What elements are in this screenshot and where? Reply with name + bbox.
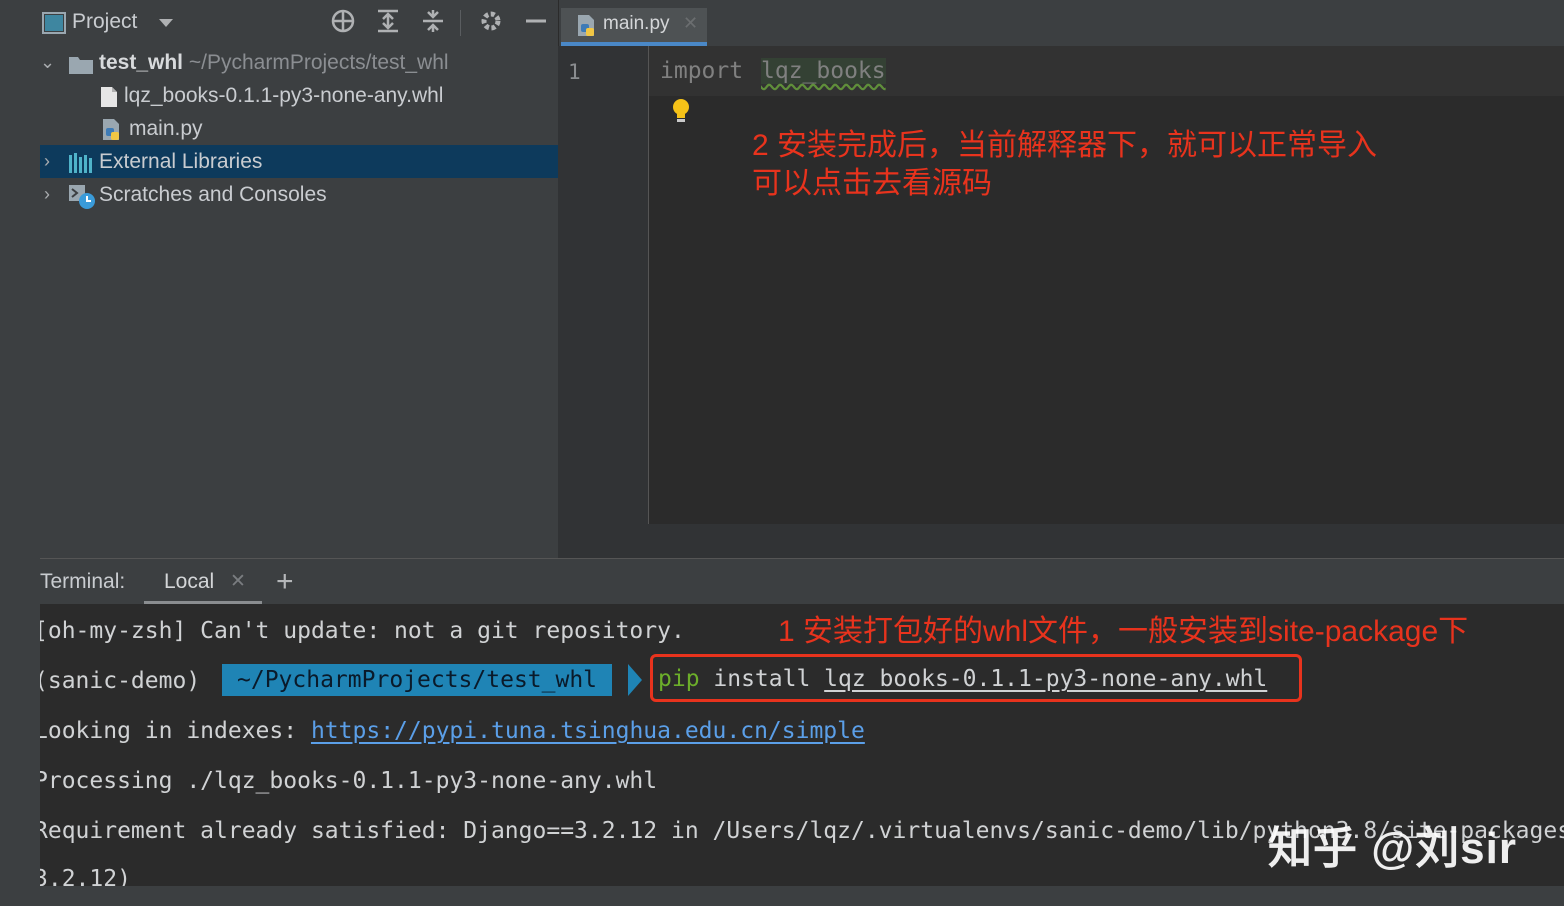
tree-item-label: Scratches and Consoles [99,183,327,206]
terminal-text: Looking in indexes: [40,718,311,744]
tree-item-path: ~/PycharmProjects/test_whl [188,51,449,74]
code-keyword: import [660,58,744,84]
status-strip [40,886,1564,906]
close-icon[interactable]: ✕ [230,570,246,593]
line-number: 1 [568,60,581,84]
terminal-annotation: 1 安装打包好的whl文件，一般安装到site-package下 [778,615,1469,648]
tab-main-py[interactable]: main.py ✕ [561,8,707,46]
chevron-down-icon[interactable]: ⌄ [40,46,55,79]
chevron-down-icon[interactable] [158,16,174,34]
command-file[interactable]: lqz_books-0.1.1-py3-none-any.whl [824,666,1267,692]
terminal-line: Looking in indexes: https://pypi.tuna.ts… [40,718,865,744]
terminal-tab-label: Local [164,570,215,593]
left-tool-strip [0,0,40,906]
add-terminal-icon[interactable]: + [276,565,294,599]
close-icon[interactable]: ✕ [683,13,698,34]
watermark: 知乎 @刘sir [1268,824,1517,873]
terminal-title: Terminal: [40,570,126,593]
tree-item-label: main.py [129,117,203,140]
collapse-all-icon[interactable] [418,8,448,38]
project-panel: Project ⌄ test_whl ~/PycharmProjects/tes… [40,0,558,558]
chevron-right-icon[interactable]: › [40,178,54,211]
hide-panel-icon[interactable] [521,8,551,38]
lightbulb-icon[interactable] [671,98,691,129]
terminal-header: Terminal: Local ✕ + [40,558,1564,605]
editor-gutter: 1 [558,46,649,524]
tree-item-main-py[interactable]: main.py [40,112,558,145]
command-install: install [699,666,825,692]
prompt-arrow [628,664,642,696]
editor-bottom-area [558,524,1564,558]
terminal-env-label: (sanic-demo) [40,668,201,694]
tree-item-label: lqz_books-0.1.1-py3-none-any.whl [124,84,444,107]
tree-item-scratches[interactable]: › Scratches and Consoles [40,178,558,211]
tree-item-label: test_whl [99,51,184,74]
tree-item-label: External Libraries [99,150,263,173]
scratches-icon [68,184,96,220]
terminal-tab-local[interactable]: Local ✕ [144,559,262,605]
command-pip: pip [658,666,700,692]
tree-item-test-whl[interactable]: ⌄ test_whl ~/PycharmProjects/test_whl [40,46,558,79]
code-module-name[interactable]: lqz_books [761,58,886,84]
terminal-command: pip install lqz_books-0.1.1-py3-none-any… [658,666,1267,692]
tree-item-whl-file[interactable]: lqz_books-0.1.1-py3-none-any.whl [40,79,558,112]
project-view-selector[interactable]: Project [72,10,137,34]
editor-tab-bar: main.py ✕ [558,0,1564,46]
terminal-line: Processing ./lqz_books-0.1.1-py3-none-an… [40,768,658,794]
gear-icon[interactable] [476,8,506,38]
index-url-link[interactable]: https://pypi.tuna.tsinghua.edu.cn/simple [311,718,865,744]
editor-annotation-line2: 可以点击去看源码 [752,167,992,200]
terminal-line: [oh-my-zsh] Can't update: not a git repo… [40,618,685,644]
locate-target-icon[interactable] [328,8,358,38]
chevron-right-icon[interactable]: › [40,145,54,178]
prompt-path: ~/PycharmProjects/test_whl [222,664,613,696]
tab-label: main.py [603,13,670,34]
expand-all-icon[interactable] [373,8,403,38]
header-divider [460,10,461,36]
project-view-icon [42,12,66,39]
tree-item-external-libraries[interactable]: › External Libraries [40,145,558,178]
project-panel-header: Project [40,0,558,46]
python-file-icon [575,14,599,43]
code-editor[interactable]: import lqz_books 2 安装完成后，当前解释器下，就可以正常导入 … [649,46,1564,524]
terminal-line: 3.2.12) [40,866,131,886]
